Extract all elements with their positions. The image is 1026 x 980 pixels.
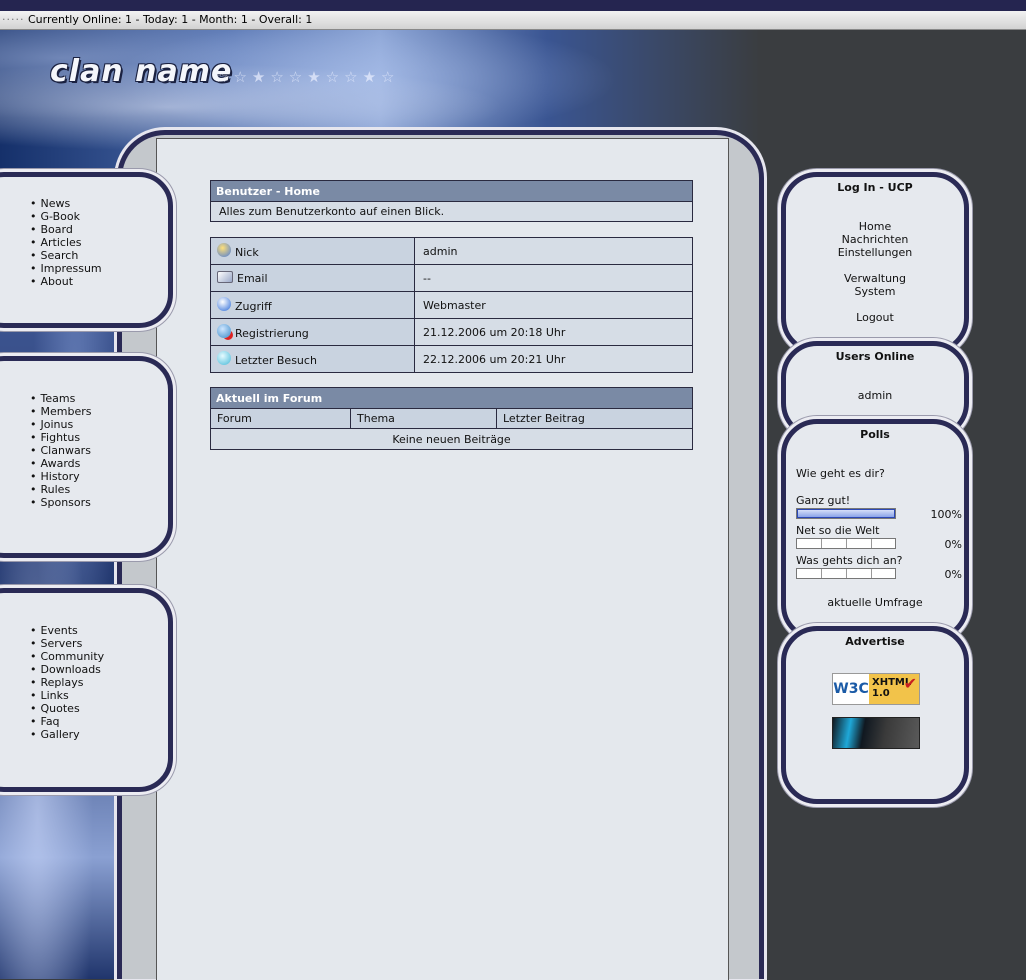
poll-answer-1-bar — [796, 508, 896, 519]
profile-row: Registrierung 21.12.2006 um 20:18 Uhr — [210, 318, 693, 346]
w3c-logo: W3C — [833, 681, 869, 697]
polls-title: Polls — [860, 428, 890, 441]
poll-answer-2-label: Net so die Welt — [796, 524, 880, 537]
online-status-bar: ····· Currently Online: 1 - Today: 1 - M… — [0, 11, 1026, 30]
ucp-link-administration[interactable]: Verwaltung — [781, 272, 969, 285]
register-icon — [217, 324, 231, 338]
ucp-link-system[interactable]: System — [781, 285, 969, 298]
nav-link-articles[interactable]: Articles — [30, 236, 102, 249]
user-home-panel: Benutzer - Home Alles zum Benutzerkonto … — [210, 180, 693, 222]
ucp-link-home[interactable]: Home — [781, 220, 969, 233]
nav-link-search[interactable]: Search — [30, 249, 102, 262]
forum-panel: Aktuell im Forum Forum Thema Letzter Bei… — [210, 387, 693, 450]
nav-box-media: Events Servers Community Downloads Repla… — [0, 588, 173, 792]
login-box — [781, 172, 969, 354]
nav-link-fightus[interactable]: Fightus — [30, 431, 91, 444]
clan-logo[interactable]: clan name — [50, 54, 232, 89]
nav-link-quotes[interactable]: Quotes — [30, 702, 104, 715]
nav-link-sponsors[interactable]: Sponsors — [30, 496, 91, 509]
forum-col-forum: Forum — [210, 408, 351, 429]
nav-box-main: News G-Book Board Articles Search Impres… — [0, 172, 173, 328]
xhtml-label: XHTML 1.0 ✔ — [869, 674, 919, 704]
last-visit-icon — [217, 351, 231, 365]
ucp-link-settings[interactable]: Einstellungen — [781, 246, 969, 259]
profile-row: Zugriff Webmaster — [210, 291, 693, 319]
profile-label-registration: Registrierung — [210, 318, 415, 346]
nav-link-rules[interactable]: Rules — [30, 483, 91, 496]
poll-question: Wie geht es dir? — [796, 467, 885, 480]
nav-link-downloads[interactable]: Downloads — [30, 663, 104, 676]
nav-link-community[interactable]: Community — [30, 650, 105, 663]
poll-answer-3-percent: 0% — [944, 568, 962, 581]
users-online-title: Users Online — [835, 350, 915, 363]
nav-link-links[interactable]: Links — [30, 689, 104, 702]
nav-link-joinus[interactable]: Joinus — [30, 418, 91, 431]
forum-title: Aktuell im Forum — [210, 387, 693, 409]
user-icon — [217, 243, 231, 257]
nav-link-members[interactable]: Members — [30, 405, 92, 418]
advertise-title: Advertise — [845, 635, 905, 648]
nav-link-faq[interactable]: Faq — [30, 715, 104, 728]
advertise-banner[interactable] — [832, 717, 920, 749]
nav-link-servers[interactable]: Servers — [30, 637, 104, 650]
user-home-subtitle: Alles zum Benutzerkonto auf einen Blick. — [210, 201, 693, 222]
profile-label-access: Zugriff — [210, 291, 415, 319]
checkmark-icon: ✔ — [903, 674, 917, 693]
poll-answer-1-percent: 100% — [930, 508, 962, 521]
advertise-box — [781, 626, 969, 804]
profile-value-last-visit: 22.12.2006 um 20:21 Uhr — [414, 345, 693, 373]
profile-value-registration: 21.12.2006 um 20:18 Uhr — [414, 318, 693, 346]
ucp-link-logout[interactable]: Logout — [781, 311, 969, 324]
nav-list-clan: Teams Members Joinus Fightus Clanwars Aw… — [30, 392, 92, 509]
poll-answer-1-label: Ganz gut! — [796, 494, 851, 507]
email-icon — [217, 271, 233, 283]
nav-link-history[interactable]: History — [30, 470, 91, 483]
nav-link-about[interactable]: About — [30, 275, 102, 288]
nav-link-board[interactable]: Board — [30, 223, 102, 236]
user-home-title: Benutzer - Home — [210, 180, 693, 202]
online-user-admin[interactable]: admin — [781, 389, 969, 402]
poll-answer-2-bar — [796, 538, 896, 549]
profile-row: Letzter Besuch 22.12.2006 um 20:21 Uhr — [210, 345, 693, 373]
forum-col-topic: Thema — [350, 408, 497, 429]
nav-box-clan: Teams Members Joinus Fightus Clanwars Aw… — [0, 356, 173, 558]
nav-link-events[interactable]: Events — [30, 624, 104, 637]
poll-answer-3-label: Was gehts dich an? — [796, 554, 903, 567]
forum-empty-message: Keine neuen Beiträge — [210, 428, 693, 450]
online-status-text: Currently Online: 1 - Today: 1 - Month: … — [27, 13, 313, 26]
ucp-link-messages[interactable]: Nachrichten — [781, 233, 969, 246]
xhtml-badge[interactable]: W3C XHTML 1.0 ✔ — [832, 673, 920, 705]
nav-link-news[interactable]: News — [30, 197, 102, 210]
profile-row: Nick admin — [210, 237, 693, 265]
nav-link-clanwars[interactable]: Clanwars — [30, 444, 91, 457]
profile-label-last-visit: Letzter Besuch — [210, 345, 415, 373]
profile-value-access: Webmaster — [414, 291, 693, 319]
profile-label-nick: Nick — [210, 237, 415, 265]
nav-list-media: Events Servers Community Downloads Repla… — [30, 624, 105, 741]
login-box-title: Log In - UCP — [837, 181, 913, 194]
profile-row: Email -- — [210, 264, 693, 292]
access-icon — [217, 297, 231, 311]
nav-link-replays[interactable]: Replays — [30, 676, 104, 689]
current-poll-link[interactable]: aktuelle Umfrage — [781, 596, 969, 609]
poll-answer-3-bar — [796, 568, 896, 579]
nav-link-teams[interactable]: Teams — [30, 392, 91, 405]
profile-value-nick: admin — [414, 237, 693, 265]
nav-link-impressum[interactable]: Impressum — [30, 262, 102, 275]
nav-list-main: News G-Book Board Articles Search Impres… — [30, 197, 102, 288]
profile-table: Nick admin Email -- Zugriff Webmaster Re… — [210, 237, 693, 373]
profile-label-email: Email — [210, 264, 415, 292]
stars-decoration: ☆☆★☆☆★☆☆★☆ — [215, 68, 400, 86]
poll-answer-2-percent: 0% — [944, 538, 962, 551]
status-dots: ····· — [2, 13, 25, 26]
nav-link-gallery[interactable]: Gallery — [30, 728, 104, 741]
profile-value-email: -- — [414, 264, 693, 292]
nav-link-gbook[interactable]: G-Book — [30, 210, 102, 223]
nav-link-awards[interactable]: Awards — [30, 457, 91, 470]
forum-col-last-post: Letzter Beitrag — [496, 408, 693, 429]
